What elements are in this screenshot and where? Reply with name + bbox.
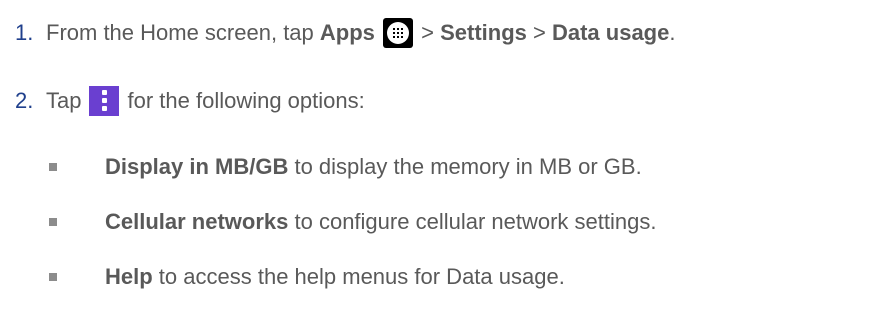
step-text: From the Home screen, tap bbox=[46, 20, 320, 45]
separator: > bbox=[526, 20, 552, 45]
bullet-icon bbox=[49, 218, 57, 226]
step-text: Tap bbox=[46, 88, 82, 113]
apps-label: Apps bbox=[319, 20, 375, 45]
option-item: Display in MB/GB to display the memory i… bbox=[49, 152, 642, 182]
step-number: 1. bbox=[15, 20, 34, 45]
option-term: Display in MB/GB bbox=[105, 154, 289, 179]
step-number: 2. bbox=[15, 88, 34, 113]
option-term: Help bbox=[105, 264, 153, 289]
apps-launcher-icon bbox=[383, 18, 414, 48]
step-2: 2. Tap for the following options: bbox=[15, 86, 365, 116]
separator: > bbox=[415, 20, 441, 45]
option-term: Cellular networks bbox=[105, 209, 289, 234]
option-item: Cellular networks to configure cellular … bbox=[49, 207, 657, 237]
step-1: 1. From the Home screen, tap Apps > Sett… bbox=[15, 18, 675, 48]
settings-label: Settings bbox=[440, 20, 527, 45]
period: . bbox=[669, 20, 676, 45]
bullet-icon bbox=[49, 163, 57, 171]
menu-overflow-icon bbox=[89, 86, 120, 116]
option-desc: to configure cellular network settings. bbox=[288, 209, 657, 234]
data-usage-label: Data usage bbox=[551, 20, 670, 45]
option-item: Help to access the help menus for Data u… bbox=[49, 262, 565, 292]
step-text: for the following options: bbox=[127, 88, 365, 113]
option-desc: to access the help menus for Data usage. bbox=[152, 264, 565, 289]
bullet-icon bbox=[49, 273, 57, 281]
option-desc: to display the memory in MB or GB. bbox=[288, 154, 642, 179]
